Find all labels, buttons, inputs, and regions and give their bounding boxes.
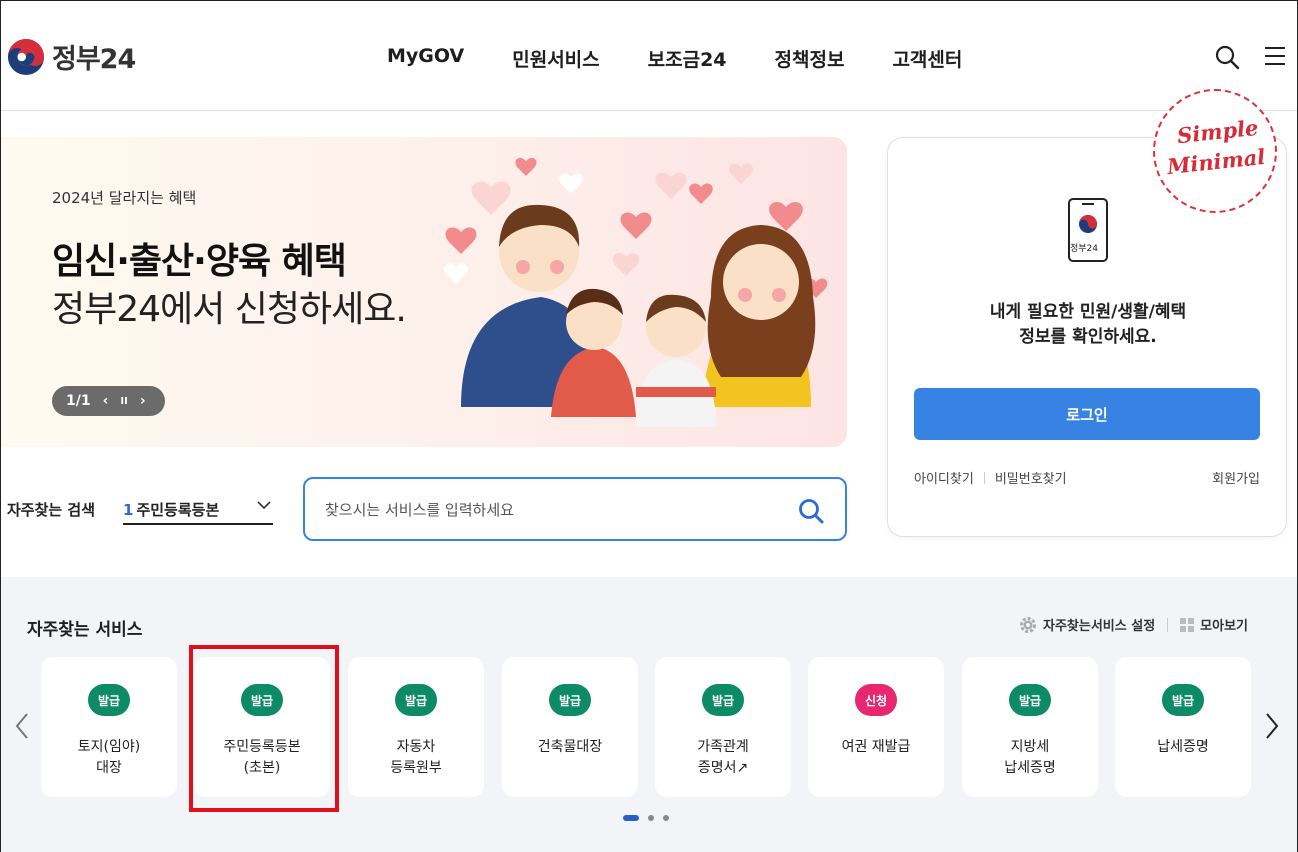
service-search-input[interactable] bbox=[325, 497, 785, 523]
pagination-dot[interactable] bbox=[648, 815, 654, 821]
simple-minimal-stamp: Simple Minimal bbox=[1153, 89, 1277, 213]
login-message-line2: 정보를 확인하세요. bbox=[1019, 327, 1157, 347]
carousel-pagination bbox=[623, 815, 678, 821]
service-label: 토지(임야) 대장 bbox=[77, 739, 141, 776]
services-settings-label: 자주찾는서비스 설정 bbox=[1043, 619, 1156, 634]
frequent-search-select[interactable]: 1 주민등록등본 bbox=[123, 495, 273, 525]
service-badge: 발급 bbox=[549, 684, 591, 716]
link-divider bbox=[983, 471, 985, 484]
banner-next-button[interactable]: › bbox=[140, 393, 146, 409]
service-card-passport-reissue[interactable]: 신청여권 재발급 bbox=[808, 657, 944, 797]
service-badge: 발급 bbox=[1009, 684, 1051, 716]
main-banner[interactable]: 2024년 달라지는 혜택 임신·출산·양육 혜택 정부24에서 신청하세요. … bbox=[1, 137, 847, 447]
service-card-tax-payment-certificate[interactable]: 발급납세증명 bbox=[1115, 657, 1251, 797]
banner-subtitle: 2024년 달라지는 혜택 bbox=[52, 189, 197, 207]
hamburger-menu-icon[interactable] bbox=[1263, 45, 1287, 67]
service-card-land-ledger[interactable]: 발급토지(임야) 대장 bbox=[41, 657, 177, 797]
login-message: 내게 필요한 민원/생활/혜택 정보를 확인하세요. bbox=[888, 300, 1288, 350]
service-badge: 발급 bbox=[395, 684, 437, 716]
gear-icon bbox=[1020, 616, 1036, 633]
nav-mygov[interactable]: MyGOV bbox=[387, 45, 464, 72]
frequent-services-section: 자주찾는 서비스 자주찾는서비스 설정 모아보기 발급 토지(임야) 대장 발급 주민… bbox=[1, 577, 1297, 852]
login-message-line1: 내게 필요한 민원/생활/혜택 bbox=[989, 302, 1187, 322]
banner-prev-button[interactable]: ‹ bbox=[103, 393, 109, 409]
service-card-building-ledger[interactable]: 발급건축물대장 bbox=[502, 657, 638, 797]
service-badge: 발급 bbox=[1162, 684, 1204, 716]
toolbar-divider bbox=[1167, 617, 1169, 632]
services-toolbar: 자주찾는서비스 설정 모아보기 bbox=[1019, 615, 1248, 634]
phone-label: 정부24 bbox=[1070, 244, 1099, 254]
service-label: 자동차 등록원부 bbox=[390, 739, 442, 776]
banner-pause-button[interactable]: II bbox=[120, 396, 127, 407]
service-card-family-relation-certificate[interactable]: 발급가족관계 증명서↗ bbox=[655, 657, 791, 797]
chevron-down-icon bbox=[257, 501, 271, 510]
main-nav: MyGOV 민원서비스 보조금24 정책정보 고객센터 bbox=[387, 45, 1010, 72]
services-settings-button[interactable]: 자주찾는서비스 설정 bbox=[1019, 615, 1155, 634]
login-links: 아이디찾기 비밀번호찾기 bbox=[914, 468, 1067, 487]
service-card-vehicle-registry[interactable]: 발급자동차 등록원부 bbox=[348, 657, 484, 797]
pagination-dot[interactable] bbox=[623, 815, 639, 821]
taegeuk-logo-icon bbox=[7, 38, 45, 75]
sign-up-link[interactable]: 회원가입 bbox=[1212, 468, 1260, 487]
service-label: 여권 재발급 bbox=[841, 739, 911, 755]
frequent-services-title: 자주찾는 서비스 bbox=[27, 620, 143, 640]
family-illustration bbox=[444, 157, 828, 427]
carousel-prev-icon[interactable] bbox=[13, 711, 31, 741]
service-label: 납세증명 bbox=[1157, 739, 1209, 755]
service-badge: 신청 bbox=[855, 684, 897, 716]
logo[interactable]: 정부24 bbox=[7, 37, 136, 76]
frequent-search-value: 주민등록등본 bbox=[136, 501, 220, 519]
nav-customer-center[interactable]: 고객센터 bbox=[892, 45, 962, 72]
carousel-next-icon[interactable] bbox=[1263, 711, 1281, 741]
nav-civil-service[interactable]: 민원서비스 bbox=[512, 45, 599, 72]
service-search-box bbox=[303, 477, 847, 541]
frequent-search-rank: 1 bbox=[123, 501, 134, 519]
service-card-local-tax-certificate[interactable]: 발급지방세 납세증명 bbox=[962, 657, 1098, 797]
banner-controls: 1/1 ‹ II › bbox=[52, 386, 165, 416]
view-all-button[interactable]: 모아보기 bbox=[1180, 615, 1248, 634]
service-badge: 발급 bbox=[241, 684, 283, 716]
service-label: 가족관계 증명서↗ bbox=[697, 739, 749, 776]
pagination-dot[interactable] bbox=[663, 815, 669, 821]
nav-subsidy[interactable]: 보조금24 bbox=[648, 45, 727, 72]
service-label: 건축물대장 bbox=[537, 739, 603, 755]
view-all-label: 모아보기 bbox=[1200, 619, 1249, 634]
find-id-link[interactable]: 아이디찾기 bbox=[914, 468, 974, 487]
banner-title-2: 정부24에서 신청하세요. bbox=[52, 289, 407, 330]
logo-text: 정부24 bbox=[52, 44, 136, 75]
service-label: 주민등록등본 (초본) bbox=[223, 739, 301, 776]
stamp-line-2: Minimal bbox=[1165, 143, 1267, 180]
site-header: 정부24 MyGOV 민원서비스 보조금24 정책정보 고객센터 bbox=[1, 1, 1297, 111]
grid-icon bbox=[1180, 617, 1195, 632]
banner-title: 임신·출산·양육 혜택 bbox=[52, 241, 347, 282]
search-icon[interactable] bbox=[797, 497, 825, 525]
service-card-resident-registration[interactable]: 발급주민등록등본 (초본) bbox=[194, 657, 330, 797]
service-badge: 발급 bbox=[702, 684, 744, 716]
nav-policy-info[interactable]: 정책정보 bbox=[775, 45, 845, 72]
find-password-link[interactable]: 비밀번호찾기 bbox=[995, 468, 1067, 487]
banner-counter: 1/1 bbox=[66, 393, 91, 409]
search-icon[interactable] bbox=[1214, 44, 1240, 70]
stamp-line-1: Simple bbox=[1175, 114, 1260, 149]
service-badge: 발급 bbox=[88, 684, 130, 716]
frequent-search-label: 자주찾는 검색 bbox=[7, 501, 96, 519]
login-button[interactable]: 로그인 bbox=[914, 388, 1260, 440]
service-label: 지방세 납세증명 bbox=[1004, 739, 1056, 776]
